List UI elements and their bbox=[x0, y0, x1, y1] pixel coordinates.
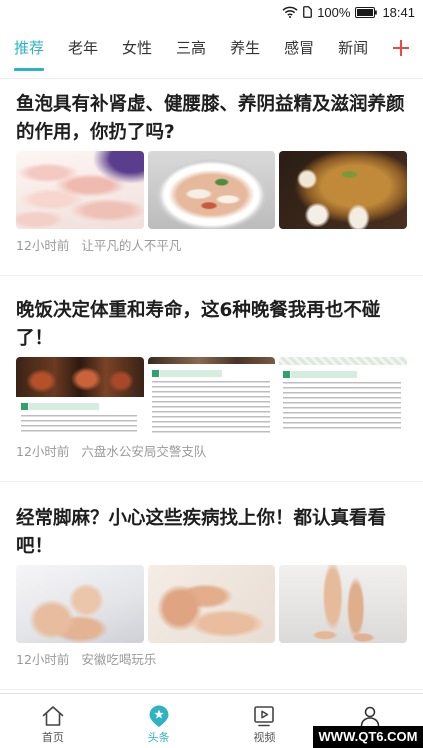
thumbnail-image bbox=[147, 565, 276, 643]
news-meta: 12小时前 让平凡的人不平凡 bbox=[16, 237, 407, 255]
tab-elderly[interactable]: 老年 bbox=[68, 24, 98, 78]
thumbnail-image bbox=[279, 565, 408, 643]
tab-label: 三高 bbox=[176, 39, 207, 57]
status-bar: 100% 18:41 bbox=[0, 0, 423, 24]
nav-home[interactable]: 首页 bbox=[0, 694, 106, 748]
sim-card-icon bbox=[303, 6, 313, 18]
nav-label: 首页 bbox=[41, 731, 64, 744]
thumbnail-row bbox=[16, 565, 408, 643]
publish-time: 12小时前 bbox=[16, 652, 70, 667]
tab-health[interactable]: 养生 bbox=[230, 24, 260, 78]
thumbnail-image bbox=[279, 357, 408, 435]
thumbnail-image bbox=[279, 151, 408, 229]
publish-time: 12小时前 bbox=[16, 238, 70, 253]
news-title: 晚饭决定体重和寿命，这6种晚餐我再也不碰了！ bbox=[16, 300, 381, 349]
news-feed[interactable]: 鱼泡具有补肾虚、健腰膝、养阴益精及滋润养颜的作用，你扔了吗? 12小时前 让平凡… bbox=[0, 79, 423, 693]
user-icon bbox=[358, 704, 382, 728]
watermark: WWW.QT6.COM bbox=[313, 726, 423, 748]
news-card[interactable]: 经常脚麻？小心这些疾病找上你！都认真看看吧！ 12小时前 安徽吃喝玩乐 bbox=[0, 482, 423, 690]
nav-headlines[interactable]: 头条 bbox=[106, 694, 212, 748]
channel-tab-list: 推荐 老年 女性 三高 养生 感冒 新闻 bbox=[14, 24, 368, 78]
tab-news[interactable]: 新闻 bbox=[338, 24, 368, 78]
news-source: 六盘水公安局交警支队 bbox=[81, 444, 207, 459]
tab-three-highs[interactable]: 三高 bbox=[176, 24, 206, 78]
tab-label: 老年 bbox=[68, 39, 99, 57]
thumbnail-row bbox=[16, 151, 408, 229]
thumbnail-image bbox=[147, 357, 276, 435]
tab-cold[interactable]: 感冒 bbox=[284, 24, 314, 78]
news-card[interactable]: 鱼泡具有补肾虚、健腰膝、养阴益精及滋润养颜的作用，你扔了吗? 12小时前 让平凡… bbox=[0, 79, 423, 276]
add-channel-button[interactable] bbox=[393, 40, 409, 56]
tab-women[interactable]: 女性 bbox=[122, 24, 152, 78]
news-source: 安徽吃喝玩乐 bbox=[81, 652, 157, 667]
tab-label: 感冒 bbox=[284, 39, 315, 57]
nav-label: 视频 bbox=[253, 731, 276, 744]
thumbnail-image bbox=[147, 151, 276, 229]
active-tab-indicator bbox=[14, 68, 45, 71]
wifi-icon bbox=[282, 6, 298, 18]
star-badge-icon bbox=[147, 704, 171, 728]
thumbnail-image bbox=[16, 565, 144, 643]
news-card[interactable]: 晚饭决定体重和寿命，这6种晚餐我再也不碰了！ 12小时前 六盘水公安局交警支队 bbox=[0, 276, 423, 482]
home-icon bbox=[41, 704, 65, 728]
battery-icon bbox=[355, 6, 378, 18]
nav-video[interactable]: 视频 bbox=[212, 694, 318, 748]
thumbnail-row bbox=[16, 357, 408, 435]
channel-tab-bar: 推荐 老年 女性 三高 养生 感冒 新闻 bbox=[0, 24, 423, 79]
publish-time: 12小时前 bbox=[16, 444, 70, 459]
nav-label: 头条 bbox=[147, 731, 170, 744]
clock: 18:41 bbox=[382, 4, 415, 20]
tab-recommend[interactable]: 推荐 bbox=[14, 24, 45, 78]
thumbnail-image bbox=[16, 151, 144, 229]
plus-icon bbox=[393, 40, 409, 56]
news-meta: 12小时前 安徽吃喝玩乐 bbox=[16, 651, 407, 669]
tab-label: 养生 bbox=[230, 39, 261, 57]
news-title: 鱼泡具有补肾虚、健腰膝、养阴益精及滋润养颜的作用，你扔了吗? bbox=[16, 94, 405, 143]
battery-percent: 100% bbox=[317, 4, 351, 20]
tab-label: 女性 bbox=[122, 39, 153, 57]
news-meta: 12小时前 六盘水公安局交警支队 bbox=[16, 443, 407, 461]
news-title: 经常脚麻？小心这些疾病找上你！都认真看看吧！ bbox=[16, 508, 387, 557]
news-source: 让平凡的人不平凡 bbox=[81, 238, 182, 253]
tab-label: 新闻 bbox=[338, 39, 369, 57]
video-icon bbox=[252, 704, 276, 728]
tab-label: 推荐 bbox=[14, 39, 45, 57]
thumbnail-image bbox=[16, 357, 144, 435]
